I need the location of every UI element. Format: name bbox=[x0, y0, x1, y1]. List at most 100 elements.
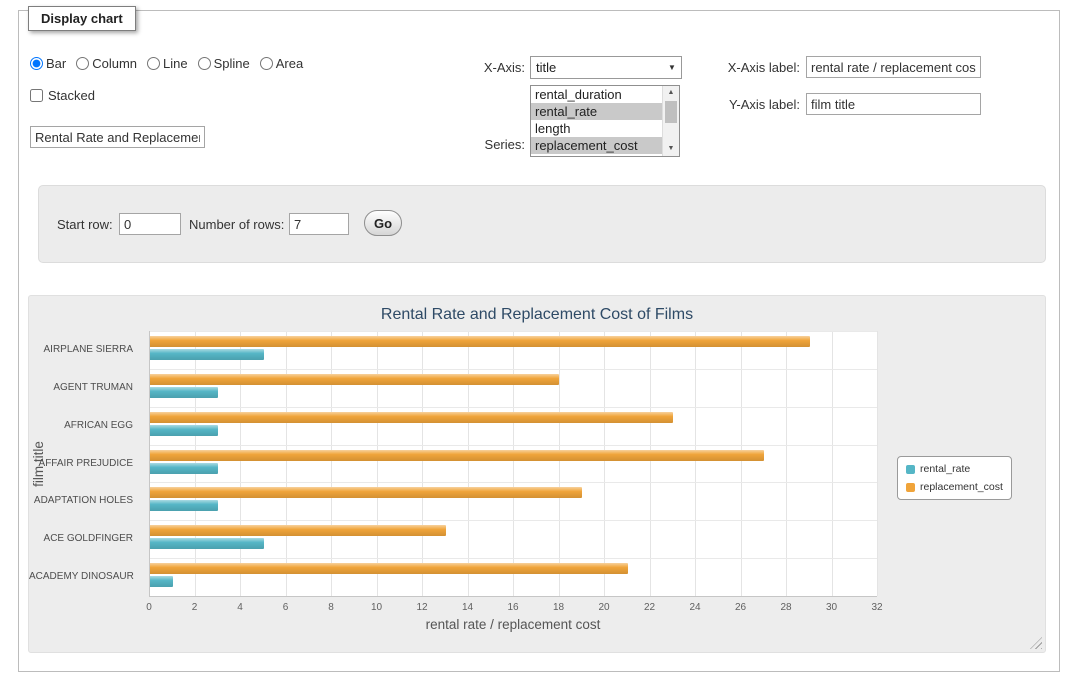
chart-type-spline[interactable]: Spline bbox=[198, 56, 250, 71]
chart-type-radio-label: Line bbox=[163, 56, 188, 71]
bar-replacement_cost bbox=[150, 374, 559, 385]
legend-swatch bbox=[906, 465, 915, 474]
gridline bbox=[877, 331, 878, 596]
x-tick-label: 16 bbox=[498, 602, 528, 613]
x-tick-label: 10 bbox=[362, 602, 392, 613]
legend-label: rental_rate bbox=[920, 463, 970, 475]
chart-type-radio-spline[interactable] bbox=[198, 57, 211, 70]
y-axis-title: film title bbox=[31, 404, 47, 524]
stacked-checkbox[interactable] bbox=[30, 89, 43, 102]
stacked-label: Stacked bbox=[48, 88, 95, 103]
gridline bbox=[604, 331, 605, 596]
x-tick-label: 6 bbox=[271, 602, 301, 613]
row-controls-panel: Start row: Number of rows: Go bbox=[38, 185, 1046, 263]
x-tick-label: 4 bbox=[225, 602, 255, 613]
x-tick-label: 8 bbox=[316, 602, 346, 613]
series-option-length[interactable]: length bbox=[531, 120, 662, 137]
gridline bbox=[149, 558, 877, 559]
x-tick-label: 14 bbox=[453, 602, 483, 613]
chart-type-radio-label: Column bbox=[92, 56, 137, 71]
chart-type-radio-line[interactable] bbox=[147, 57, 160, 70]
bar-replacement_cost bbox=[150, 450, 764, 461]
gridline bbox=[695, 331, 696, 596]
x-tick-label: 26 bbox=[726, 602, 756, 613]
start-row-label: Start row: bbox=[57, 217, 113, 232]
x-axis-label-input[interactable] bbox=[806, 56, 981, 78]
chart-type-column[interactable]: Column bbox=[76, 56, 137, 71]
x-tick-label: 20 bbox=[589, 602, 619, 613]
number-of-rows-input[interactable] bbox=[289, 213, 349, 235]
gridline bbox=[741, 331, 742, 596]
scroll-up-icon[interactable]: ▲ bbox=[663, 86, 679, 100]
chart-type-radio-label: Bar bbox=[46, 56, 66, 71]
y-axis-label-input[interactable] bbox=[806, 93, 981, 115]
chart-title-input[interactable] bbox=[30, 126, 205, 148]
go-button[interactable]: Go bbox=[364, 210, 402, 236]
chart-type-radio-column[interactable] bbox=[76, 57, 89, 70]
bar-replacement_cost bbox=[150, 563, 628, 574]
gridline bbox=[513, 331, 514, 596]
resize-handle-icon[interactable] bbox=[1030, 637, 1042, 649]
series-listbox-options: rental_durationrental_ratelengthreplacem… bbox=[531, 86, 662, 156]
bar-rental_rate bbox=[150, 576, 173, 587]
gridline bbox=[286, 331, 287, 596]
chart-type-area[interactable]: Area bbox=[260, 56, 303, 71]
x-axis-label-label: X-Axis label: bbox=[703, 60, 800, 75]
x-tick-label: 2 bbox=[180, 602, 210, 613]
gridline bbox=[149, 369, 877, 370]
gridline bbox=[149, 445, 877, 446]
gridline bbox=[559, 331, 560, 596]
start-row-input[interactable] bbox=[119, 213, 181, 235]
chart-legend: rental_rate replacement_cost bbox=[897, 456, 1012, 500]
fieldset-legend: Display chart bbox=[28, 6, 136, 31]
chart-type-radio-area[interactable] bbox=[260, 57, 273, 70]
bar-replacement_cost bbox=[150, 487, 582, 498]
chart-type-bar[interactable]: Bar bbox=[30, 56, 66, 71]
x-tick-label: 0 bbox=[134, 602, 164, 613]
series-option-rental_duration[interactable]: rental_duration bbox=[531, 86, 662, 103]
x-tick-label: 24 bbox=[680, 602, 710, 613]
chart-type-line[interactable]: Line bbox=[147, 56, 188, 71]
bar-rental_rate bbox=[150, 500, 218, 511]
series-listbox-scrollbar[interactable]: ▲ ▼ bbox=[662, 86, 679, 156]
plot-area bbox=[149, 331, 877, 596]
page: Display chart Bar Column Line Spline Area St… bbox=[0, 0, 1081, 681]
series-listbox[interactable]: rental_durationrental_ratelengthreplacem… bbox=[530, 85, 680, 157]
series-option-rental_rate[interactable]: rental_rate bbox=[531, 103, 662, 120]
legend-item-replacement_cost[interactable]: replacement_cost bbox=[906, 481, 1003, 493]
stacked-option[interactable]: Stacked bbox=[30, 88, 95, 103]
x-tick-label: 30 bbox=[817, 602, 847, 613]
legend-label: replacement_cost bbox=[920, 481, 1003, 493]
chart-type-radio-bar[interactable] bbox=[30, 57, 43, 70]
category-label: AIRPLANE SIERRA bbox=[29, 331, 141, 369]
x-tick-label: 22 bbox=[635, 602, 665, 613]
scrollbar-thumb[interactable] bbox=[665, 101, 677, 123]
gridline bbox=[468, 331, 469, 596]
scroll-down-icon[interactable]: ▼ bbox=[663, 142, 679, 156]
y-axis-label-label: Y-Axis label: bbox=[703, 97, 800, 112]
bar-rental_rate bbox=[150, 425, 218, 436]
gridline bbox=[331, 331, 332, 596]
x-axis-selected-value: title bbox=[531, 60, 663, 75]
number-of-rows-label: Number of rows: bbox=[189, 217, 284, 232]
gridline bbox=[149, 407, 877, 408]
category-label: ACE GOLDFINGER bbox=[29, 520, 141, 558]
category-label: ACADEMY DINOSAUR bbox=[29, 558, 141, 596]
x-axis-title: rental rate / replacement cost bbox=[149, 617, 877, 632]
x-tick-label: 18 bbox=[544, 602, 574, 613]
gridline bbox=[149, 482, 877, 483]
x-tick-label: 32 bbox=[862, 602, 892, 613]
legend-item-rental_rate[interactable]: rental_rate bbox=[906, 463, 1003, 475]
bar-rental_rate bbox=[150, 387, 218, 398]
x-tick-label: 28 bbox=[771, 602, 801, 613]
bar-rental_rate bbox=[150, 538, 264, 549]
chart-title: Rental Rate and Replacement Cost of Film… bbox=[29, 306, 1045, 324]
category-label: AGENT TRUMAN bbox=[29, 369, 141, 407]
bar-rental_rate bbox=[150, 349, 264, 360]
series-option-replacement_cost[interactable]: replacement_cost bbox=[531, 137, 662, 154]
gridline bbox=[149, 520, 877, 521]
x-axis-select[interactable]: title ▼ bbox=[530, 56, 682, 79]
bar-replacement_cost bbox=[150, 336, 810, 347]
gridline bbox=[240, 331, 241, 596]
chart-type-radio-label: Area bbox=[276, 56, 303, 71]
